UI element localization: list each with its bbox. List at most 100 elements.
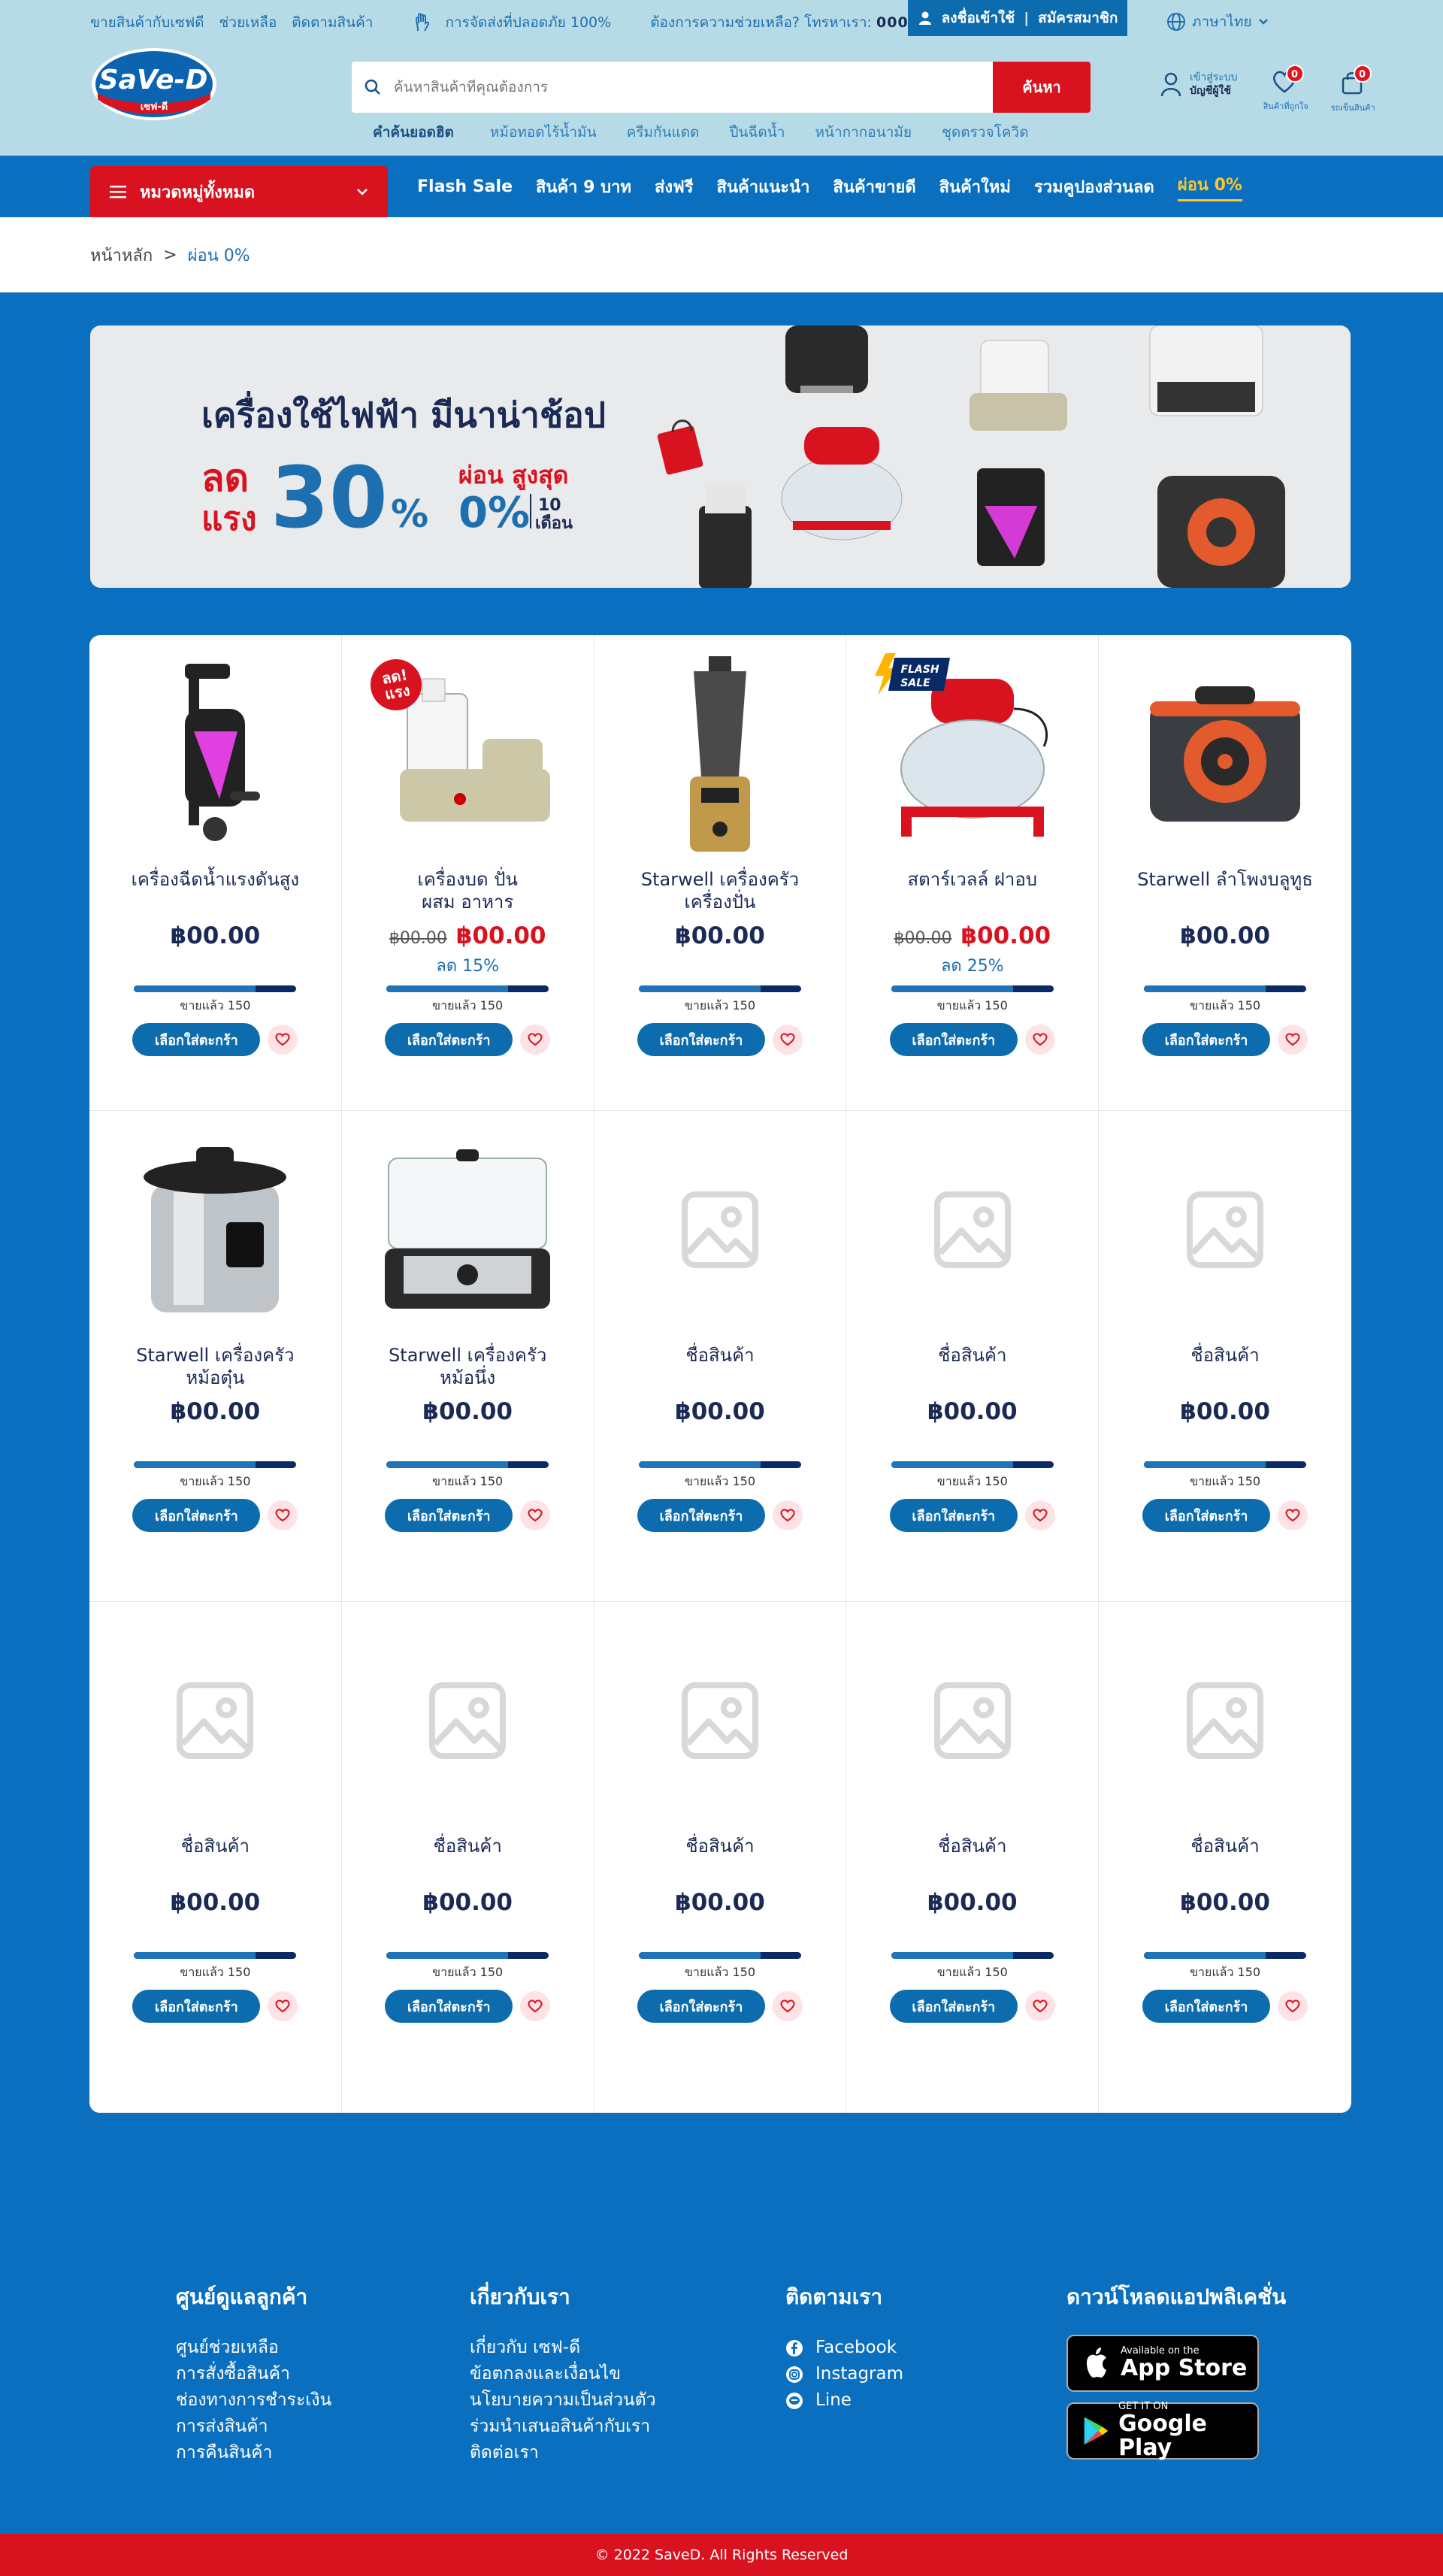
product-card[interactable]: FLASH SALE สตาร์เวลล์ ฝาอบ ฿00.00 ฿00.00 ล…	[846, 635, 1100, 1111]
app-store-button[interactable]: Available on the App Store	[1066, 2335, 1259, 2392]
footer-link[interactable]: การสั่งซื้อสินค้า	[176, 2361, 331, 2387]
product-name[interactable]: ชื่อสินค้า	[1127, 1835, 1323, 1880]
hot-keyword[interactable]: ชุดตรวจโควิด	[942, 121, 1029, 144]
product-name[interactable]: เครื่องบด ปั่น ผสม อาหาร	[370, 868, 565, 913]
product-card[interactable]: Starwell เครื่องครัว หม้อนึ่ง ฿00.00 ขาย…	[341, 1111, 594, 1602]
add-to-cart-button[interactable]: เลือกใส่ตะกร้า	[385, 1499, 513, 1532]
hot-keyword[interactable]: หม้อทอดไร้น้ำมัน	[490, 121, 597, 144]
product-card[interactable]: ชื่อสินค้า ฿00.00 ขายแล้ว 150 เลือกใส่ตะ…	[846, 1111, 1100, 1602]
add-to-wishlist-button[interactable]	[520, 1500, 551, 1530]
cart-button[interactable]: 0 รถเข็นสินค้า	[1331, 65, 1375, 114]
language-selector[interactable]: ภาษาไทย	[1166, 11, 1269, 33]
add-to-cart-button[interactable]: เลือกใส่ตะกร้า	[385, 1990, 513, 2023]
add-to-wishlist-button[interactable]	[772, 1500, 803, 1530]
hot-keyword[interactable]: หน้ากากอนามัย	[815, 121, 912, 144]
nav-9-baht[interactable]: สินค้า 9 บาท	[536, 174, 631, 200]
product-image[interactable]	[622, 649, 818, 859]
add-to-wishlist-button[interactable]	[268, 1500, 298, 1530]
product-card[interactable]: Starwell ลำโพงบลูทูธ ฿00.00 ขายแล้ว 150 …	[1099, 635, 1351, 1111]
product-name[interactable]: เครื่องฉีดน้ำแรงดันสูง	[117, 868, 313, 913]
search-input[interactable]	[394, 79, 993, 95]
add-to-cart-button[interactable]: เลือกใส่ตะกร้า	[1142, 1990, 1271, 2023]
facebook-link[interactable]: Facebook	[785, 2335, 903, 2361]
product-image[interactable]	[117, 1615, 313, 1826]
hot-keyword[interactable]: ครีมกันแดด	[627, 121, 700, 144]
add-to-cart-button[interactable]: เลือกใส่ตะกร้า	[1142, 1023, 1271, 1056]
product-image[interactable]	[370, 1125, 565, 1335]
add-to-cart-button[interactable]: เลือกใส่ตะกร้า	[1142, 1499, 1271, 1532]
product-card[interactable]: Starwell เครื่องครัว เครื่องปั่น ฿00.00 …	[594, 635, 847, 1111]
product-card[interactable]: ชื่อสินค้า ฿00.00 ขายแล้ว 150 เลือกใส่ตะ…	[594, 1111, 847, 1602]
add-to-cart-button[interactable]: เลือกใส่ตะกร้า	[637, 1499, 765, 1532]
wishlist-button[interactable]: 0 สินค้าที่ถูกใจ	[1263, 65, 1308, 113]
product-image[interactable]	[1127, 649, 1323, 859]
add-to-wishlist-button[interactable]	[1278, 1025, 1308, 1055]
product-card[interactable]: เครื่องฉีดน้ำแรงดันสูง ฿00.00 ขายแล้ว 15…	[89, 635, 342, 1111]
track-link[interactable]: ติดตามสินค้า	[292, 11, 373, 34]
product-name[interactable]: ชื่อสินค้า	[875, 1344, 1070, 1389]
footer-link[interactable]: นโยบายความเป็นส่วนตัว	[470, 2387, 656, 2414]
footer-link[interactable]: การคืนสินค้า	[176, 2440, 331, 2466]
add-to-wishlist-button[interactable]	[268, 1025, 298, 1055]
add-to-wishlist-button[interactable]	[772, 1025, 803, 1055]
hot-keyword[interactable]: ปืนฉีดน้ำ	[729, 121, 785, 144]
nav-coupons[interactable]: รวมคูปองส่วนลด	[1034, 174, 1154, 200]
product-image[interactable]	[875, 1125, 1070, 1335]
footer-link[interactable]: ร่วมนำเสนอสินค้ากับเรา	[470, 2414, 656, 2440]
product-image[interactable]	[1127, 1615, 1323, 1826]
add-to-cart-button[interactable]: เลือกใส่ตะกร้า	[132, 1990, 261, 2023]
add-to-wishlist-button[interactable]	[520, 1991, 551, 2021]
add-to-wishlist-button[interactable]	[1278, 1500, 1308, 1530]
all-categories-button[interactable]: หมวดหมู่ทั้งหมด	[90, 166, 388, 217]
product-name[interactable]: สตาร์เวลล์ ฝาอบ	[875, 868, 1070, 913]
add-to-wishlist-button[interactable]	[1278, 1991, 1308, 2021]
product-image[interactable]	[875, 1615, 1070, 1826]
product-image[interactable]	[370, 1615, 565, 1826]
product-image[interactable]	[1127, 1125, 1323, 1335]
nav-best-sellers[interactable]: สินค้าขายดี	[833, 174, 916, 200]
footer-link[interactable]: ติดต่อเรา	[470, 2440, 656, 2466]
product-card[interactable]: Starwell เครื่องครัว หม้อตุ๋น ฿00.00 ขาย…	[89, 1111, 342, 1602]
search-button[interactable]: ค้นหา	[993, 62, 1091, 113]
product-name[interactable]: ชื่อสินค้า	[117, 1835, 313, 1880]
product-image[interactable]	[117, 649, 313, 859]
add-to-wishlist-button[interactable]	[1024, 1500, 1055, 1530]
add-to-cart-button[interactable]: เลือกใส่ตะกร้า	[889, 1023, 1018, 1056]
product-name[interactable]: ชื่อสินค้า	[622, 1835, 818, 1880]
add-to-cart-button[interactable]: เลือกใส่ตะกร้า	[132, 1023, 261, 1056]
add-to-cart-button[interactable]: เลือกใส่ตะกร้า	[889, 1499, 1018, 1532]
product-name[interactable]: Starwell เครื่องครัว เครื่องปั่น	[622, 868, 818, 913]
product-card[interactable]: ชื่อสินค้า ฿00.00 ขายแล้ว 150 เลือกใส่ตะ…	[1099, 1111, 1351, 1602]
add-to-cart-button[interactable]: เลือกใส่ตะกร้า	[637, 1023, 765, 1056]
nav-free-shipping[interactable]: ส่งฟรี	[655, 174, 694, 200]
add-to-cart-button[interactable]: เลือกใส่ตะกร้า	[889, 1990, 1018, 2023]
footer-link[interactable]: เกี่ยวกับ เซฟ-ดี	[470, 2335, 656, 2361]
product-name[interactable]: Starwell ลำโพงบลูทูธ	[1127, 868, 1323, 913]
product-name[interactable]: Starwell เครื่องครัว หม้อนึ่ง	[370, 1344, 565, 1389]
nav-flash-sale[interactable]: Flash Sale	[417, 177, 513, 196]
login-link[interactable]: ลงชื่อเข้าใช้	[942, 7, 1015, 29]
product-card[interactable]: ชื่อสินค้า ฿00.00 ขายแล้ว 150 เลือกใส่ตะ…	[1099, 1602, 1351, 2113]
product-name[interactable]: ชื่อสินค้า	[370, 1835, 565, 1880]
product-image[interactable]	[117, 1125, 313, 1335]
savedee-logo[interactable]: SaVe-D เซฟ-ดี	[90, 47, 218, 122]
product-image[interactable]	[622, 1125, 818, 1335]
register-link[interactable]: สมัครสมาชิก	[1038, 7, 1118, 29]
account-button[interactable]: เข้าสู่ระบบ บัญชีผู้ใช้	[1160, 71, 1238, 98]
product-name[interactable]: ชื่อสินค้า	[622, 1344, 818, 1389]
product-name[interactable]: ชื่อสินค้า	[875, 1835, 1070, 1880]
promo-banner[interactable]: เครื่องใช้ไฟฟ้า มีนาน่าช้อป ลด แรง 30 % …	[90, 325, 1351, 588]
google-play-button[interactable]: GET IT ON Google Play	[1066, 2402, 1259, 2460]
product-card[interactable]: ชื่อสินค้า ฿00.00 ขายแล้ว 150 เลือกใส่ตะ…	[846, 1602, 1100, 2113]
add-to-cart-button[interactable]: เลือกใส่ตะกร้า	[385, 1023, 513, 1056]
product-card[interactable]: ลด! แรง เครื่องบด ปั่น ผสม อาหาร ฿00.00 ฿…	[341, 635, 594, 1111]
product-name[interactable]: Starwell เครื่องครัว หม้อตุ๋น	[117, 1344, 313, 1389]
product-card[interactable]: ชื่อสินค้า ฿00.00 ขายแล้ว 150 เลือกใส่ตะ…	[341, 1602, 594, 2113]
instagram-link[interactable]: Instagram	[785, 2361, 903, 2387]
line-link[interactable]: Line	[785, 2387, 903, 2414]
add-to-wishlist-button[interactable]	[268, 1991, 298, 2021]
footer-link[interactable]: การส่งสินค้า	[176, 2414, 331, 2440]
footer-link[interactable]: ศูนย์ช่วยเหลือ	[176, 2335, 331, 2361]
product-card[interactable]: ชื่อสินค้า ฿00.00 ขายแล้ว 150 เลือกใส่ตะ…	[594, 1602, 847, 2113]
footer-link[interactable]: ช่องทางการชำระเงิน	[176, 2387, 331, 2414]
